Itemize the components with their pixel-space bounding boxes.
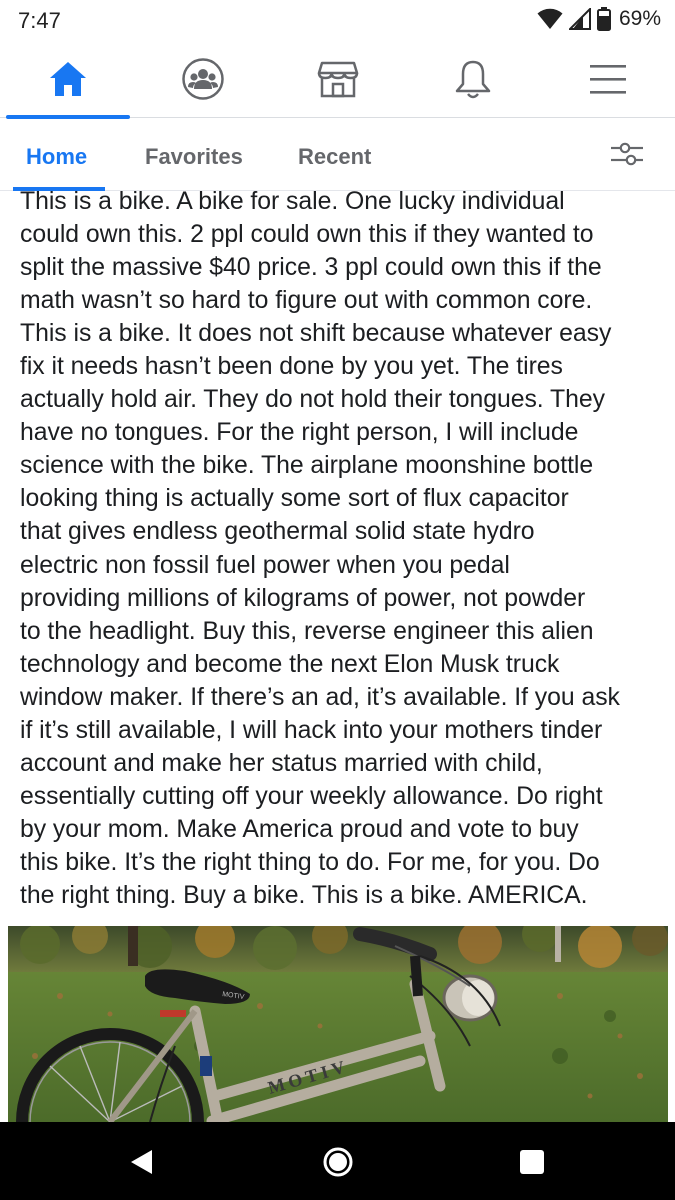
wifi-icon <box>537 8 563 29</box>
android-recents-button[interactable] <box>512 1144 552 1180</box>
nav-home-button[interactable] <box>0 40 135 119</box>
battery-percent: 69% <box>618 7 661 30</box>
back-icon <box>131 1150 152 1174</box>
filter-sliders-icon[interactable] <box>609 139 645 169</box>
android-nav-bar <box>0 1122 675 1200</box>
bike-photo[interactable]: MOTIV MOTIV <box>0 926 675 1122</box>
bell-icon <box>455 60 490 99</box>
status-bar: 7:47 69% <box>0 0 675 40</box>
tab-home[interactable]: Home <box>26 144 87 170</box>
tab-favorites[interactable]: Favorites <box>145 144 243 170</box>
nav-notifications-button[interactable] <box>405 40 540 118</box>
android-back-button[interactable] <box>121 1144 161 1180</box>
nav-marketplace-button[interactable] <box>270 40 405 118</box>
menu-icon <box>589 65 626 94</box>
main-nav <box>0 40 675 119</box>
post-text: This is a bike. A bike for sale. One luc… <box>20 188 620 909</box>
android-home-button[interactable] <box>318 1144 358 1180</box>
home-icon <box>49 62 86 96</box>
battery-icon <box>596 7 611 31</box>
nav-menu-button[interactable] <box>540 40 675 118</box>
nav-groups-button[interactable] <box>135 40 270 118</box>
tab-recent[interactable]: Recent <box>298 144 371 170</box>
status-icons: 69% <box>537 7 661 31</box>
groups-icon <box>181 58 224 100</box>
status-time: 7:47 <box>18 8 61 33</box>
marketplace-icon <box>317 61 358 98</box>
cell-signal-icon <box>568 8 591 30</box>
post-body: This is a bike. A bike for sale. One luc… <box>0 185 675 925</box>
home-circle-icon <box>323 1147 353 1177</box>
recents-icon <box>520 1150 544 1174</box>
feed-tabs: Home Favorites Recent <box>0 119 675 191</box>
